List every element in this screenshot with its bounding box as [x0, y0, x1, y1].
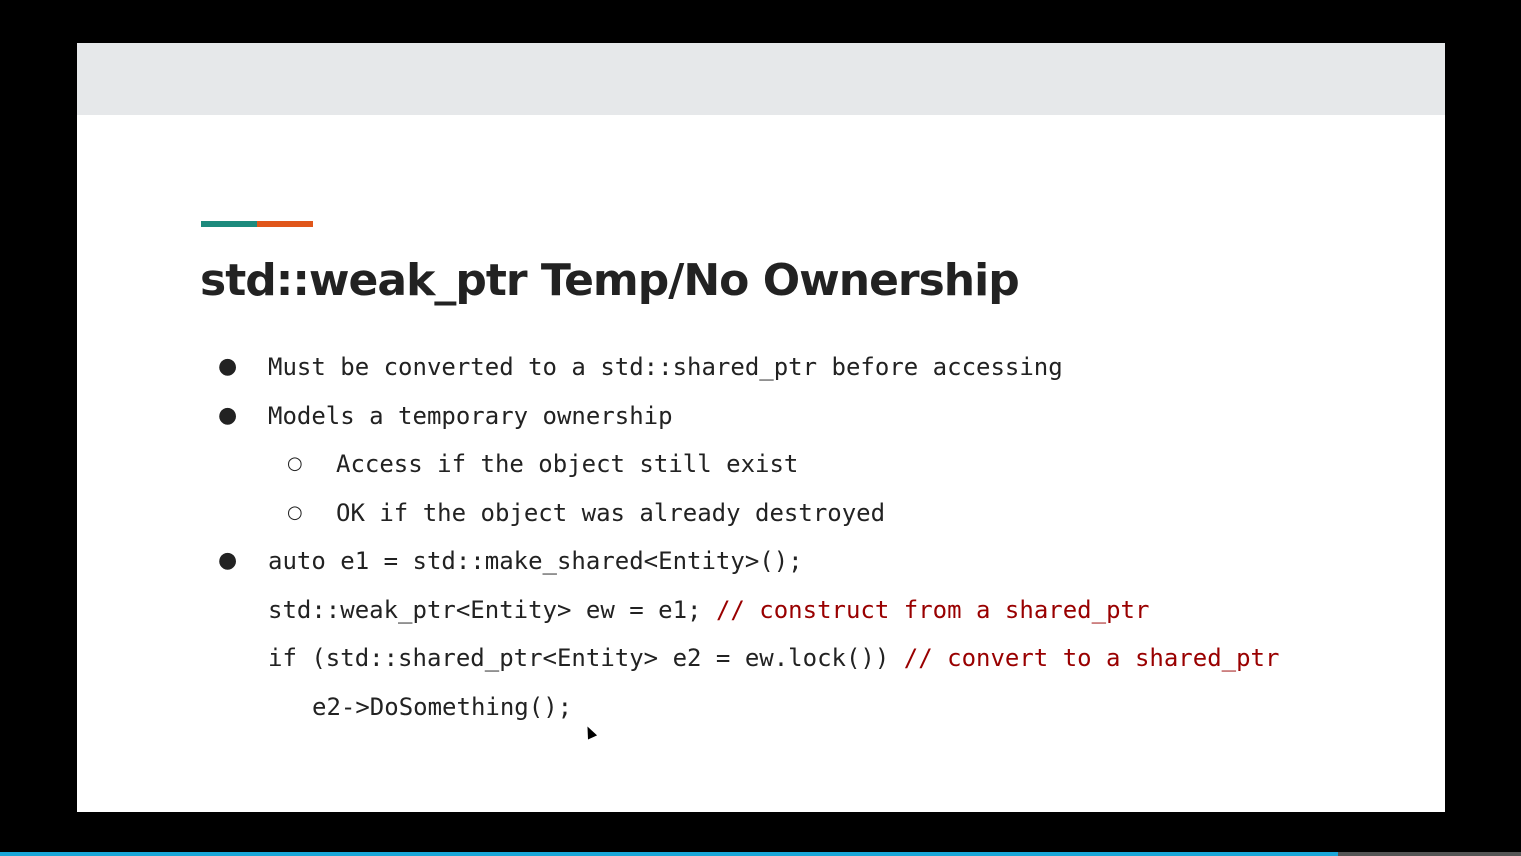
code-line: e2->DoSomething();	[312, 693, 572, 721]
bullet-marker: ●	[218, 548, 238, 573]
bullet-marker: ●	[218, 354, 238, 379]
code-comment: // convert to a shared_ptr	[903, 644, 1280, 672]
code-line: if (std::shared_ptr<Entity> e2 = ew.lock…	[268, 644, 1279, 672]
video-progress-fill	[0, 852, 1339, 856]
sub-bullet-text: Access if the object still exist	[336, 450, 799, 478]
slide-header-band	[77, 43, 1445, 115]
sub-bullet-text: OK if the object was already destroyed	[336, 499, 886, 527]
presentation-slide: std::weak_ptr Temp/No Ownership ● Must b…	[77, 43, 1445, 812]
sub-bullet-marker: ○	[287, 453, 303, 474]
bullet-text: Models a temporary ownership	[268, 402, 673, 430]
title-accent-bar	[201, 221, 313, 227]
bullet-text: Must be converted to a std::shared_ptr b…	[268, 353, 1063, 381]
code-comment: // construct from a shared_ptr	[715, 596, 1150, 624]
slide-title: std::weak_ptr Temp/No Ownership	[200, 255, 1020, 306]
accent-orange-segment	[257, 221, 313, 227]
video-progress-bar[interactable]	[0, 852, 1521, 856]
code-text: if (std::shared_ptr<Entity> e2 = ew.lock…	[268, 644, 904, 672]
bullet-text: auto e1 = std::make_shared<Entity>();	[268, 547, 803, 575]
sub-bullet-marker: ○	[287, 502, 303, 523]
bullet-marker: ●	[218, 403, 238, 428]
code-line: std::weak_ptr<Entity> ew = e1; // constr…	[268, 596, 1149, 624]
video-player[interactable]: std::weak_ptr Temp/No Ownership ● Must b…	[0, 0, 1521, 856]
accent-teal-segment	[201, 221, 257, 227]
code-text: e2->DoSomething();	[312, 693, 573, 721]
code-text: std::weak_ptr<Entity> ew = e1;	[268, 596, 716, 624]
